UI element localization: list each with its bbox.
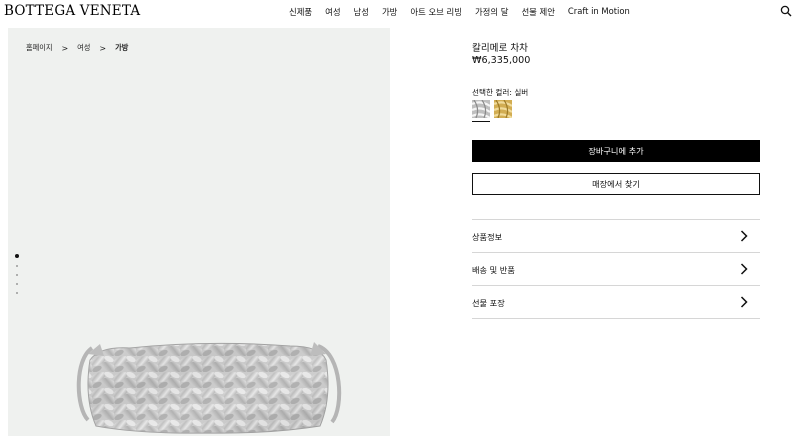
accordion-label: 선물 포장 [472,298,505,308]
nav-item-bags[interactable]: 가방 [382,6,397,18]
find-in-store-button[interactable]: 매장에서 찾기 [472,173,760,195]
product-price: ₩6,335,000 [472,55,531,66]
gallery-dot[interactable] [16,283,18,285]
product-name: 칼리메로 차차 [472,43,529,54]
nav-item-family-month[interactable]: 가정의 달 [475,6,508,18]
nav-item-gift-ideas[interactable]: 선물 제안 [521,6,554,18]
accordion-label: 배송 및 반품 [472,265,515,275]
search-icon[interactable] [780,5,792,17]
add-to-cart-button[interactable]: 장바구니에 추가 [472,140,760,162]
gold-swatch[interactable] [494,100,512,118]
gallery-dot[interactable] [15,254,19,258]
gallery-dot[interactable] [16,274,18,276]
breadcrumb-separator: > [99,43,107,53]
divider [472,318,760,319]
breadcrumb-separator: > [61,43,69,53]
nav-item-craft-in-motion[interactable]: Craft in Motion [568,6,630,18]
accordion-label: 상품정보 [472,232,503,242]
nav-item-new[interactable]: 신제품 [289,6,312,18]
silver-swatch[interactable] [472,100,490,118]
nav-item-women[interactable]: 여성 [325,6,340,18]
nav-item-art-of-living[interactable]: 아트 오브 리빙 [410,6,462,18]
selected-color-label: 선택한 컬러: 실버 [472,88,529,97]
bag-image [76,342,342,434]
breadcrumb-bags: 가방 [115,43,129,52]
nav-item-men[interactable]: 남성 [354,6,369,18]
brand-logo[interactable]: BOTTEGA VENETA [4,3,140,19]
site-header: BOTTEGA VENETA 신제품 여성 남성 가방 아트 오브 리빙 가정의… [0,0,800,24]
chevron-right-icon [740,296,748,308]
accordion-product-info[interactable]: 상품정보 [472,220,760,252]
main-nav: 신제품 여성 남성 가방 아트 오브 리빙 가정의 달 선물 제안 Craft … [289,6,630,18]
selected-swatch-indicator [472,121,490,122]
gallery-dot[interactable] [16,265,18,267]
accordion-shipping-returns[interactable]: 배송 및 반품 [472,253,760,285]
gallery-dot[interactable] [16,292,18,294]
gallery-pagination [15,254,19,294]
accordion-gift-wrap[interactable]: 선물 포장 [472,286,760,318]
breadcrumb-women[interactable]: 여성 [77,43,90,53]
chevron-right-icon [740,263,748,275]
chevron-right-icon [740,230,748,242]
product-image-panel: 홈페이지 > 여성 > 가방 [8,28,390,436]
breadcrumb-home[interactable]: 홈페이지 [26,43,52,53]
breadcrumb: 홈페이지 > 여성 > 가방 [26,43,128,53]
